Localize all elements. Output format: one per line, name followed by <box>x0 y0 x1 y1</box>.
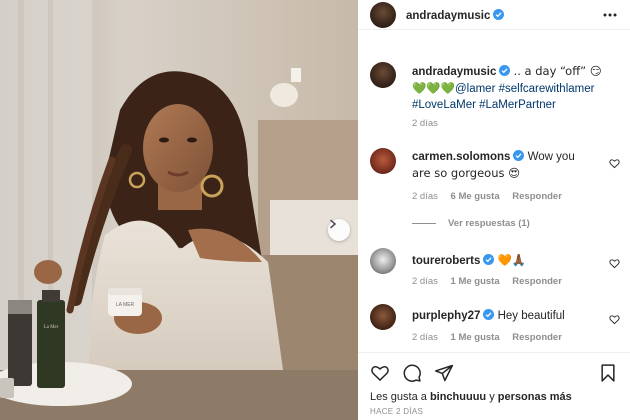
likes-prefix: Les gusta a <box>370 391 430 403</box>
comment-username[interactable]: toureroberts <box>412 255 480 267</box>
reply-button[interactable]: Responder <box>512 276 562 287</box>
post-action-bar: Les gusta a binchuuuu y personas más HAC… <box>358 352 630 420</box>
comment-text: Hey beautiful <box>497 310 565 322</box>
like-comment-heart-icon[interactable] <box>609 158 620 169</box>
photo-illustration: LA MER La Mer <box>0 0 358 420</box>
comment-time[interactable]: 2 días <box>412 276 438 287</box>
commenter-avatar[interactable] <box>370 148 396 174</box>
caption-body: andradaymusic .. a day “off” 😏 💚💚💚@lamer… <box>412 63 612 113</box>
next-photo-button[interactable] <box>328 219 350 241</box>
comment-meta: 2 días 6 Me gusta Responder <box>412 191 572 202</box>
caption-text: .. a day “off” 😏 <box>513 64 602 78</box>
caption-meta: 2 días <box>412 118 448 129</box>
more-options-icon[interactable] <box>602 7 618 23</box>
comment-body: carmen.solomons Wow you are so gorgeous … <box>412 149 592 182</box>
view-replies-link[interactable]: Ver respuestas (1) <box>412 218 530 229</box>
view-replies-text[interactable]: Ver respuestas (1) <box>448 218 530 229</box>
comment-likes[interactable]: 1 Me gusta <box>451 332 500 343</box>
comment-meta: 2 días 1 Me gusta Responder <box>412 332 572 343</box>
likes-middle: y <box>486 391 498 403</box>
caption-username[interactable]: andradaymusic <box>412 66 496 78</box>
comment-username[interactable]: purplephy27 <box>412 310 480 322</box>
jar-label: LA MER <box>116 302 135 308</box>
comment-bubble-icon[interactable] <box>402 363 422 383</box>
reply-button[interactable]: Responder <box>512 332 562 343</box>
likes-user[interactable]: binchuuuu <box>430 391 486 403</box>
bottle-label: La Mer <box>44 325 59 330</box>
view-replies-line <box>412 223 436 224</box>
verified-badge-icon <box>483 254 495 265</box>
commenter-avatar[interactable] <box>370 304 396 330</box>
share-paper-plane-icon[interactable] <box>434 363 454 383</box>
comment-item: carmen.solomons Wow you are so gorgeous … <box>370 148 622 208</box>
caption-tags-line1[interactable]: @lamer #selfcarewithlamer <box>455 83 595 95</box>
author-avatar[interactable] <box>370 1 396 28</box>
comment-time[interactable]: 2 días <box>412 191 438 202</box>
caption-avatar[interactable] <box>370 62 396 88</box>
likes-summary: Les gusta a binchuuuu y personas más <box>370 391 572 403</box>
comment-text-line1: Wow you <box>527 151 575 163</box>
verified-badge-icon <box>483 309 495 320</box>
post-photo: LA MER La Mer <box>0 0 358 420</box>
likes-rest[interactable]: personas más <box>498 391 572 403</box>
commenter-avatar[interactable] <box>370 248 396 274</box>
comment-username[interactable]: carmen.solomons <box>412 151 510 163</box>
comment-meta: 2 días 1 Me gusta Responder <box>412 276 572 287</box>
comment-text: 🧡🙏🏾 <box>497 253 527 267</box>
comment-item: purplephy27 Hey beautiful 2 días 1 Me gu… <box>370 304 622 348</box>
author-username[interactable]: andradaymusic <box>406 6 505 24</box>
comment-time[interactable]: 2 días <box>412 332 438 343</box>
post-side-panel: andradaymusic andradaymusic .. a day “of… <box>358 0 630 420</box>
comment-body: purplephy27 Hey beautiful <box>412 308 592 324</box>
caption-tags-line2[interactable]: #LoveLaMer #LaMerPartner <box>412 99 556 111</box>
comment-text-line2: are so gorgeous 😍 <box>412 166 521 180</box>
chevron-right-icon <box>330 219 337 229</box>
verified-badge-icon <box>513 150 525 161</box>
reply-button[interactable]: Responder <box>512 191 562 202</box>
comment-item: toureroberts 🧡🙏🏾 2 días 1 Me gusta Respo… <box>370 248 622 292</box>
verified-badge-icon <box>499 65 511 76</box>
like-comment-heart-icon[interactable] <box>609 258 620 269</box>
post-header: andradaymusic <box>358 0 630 30</box>
comment-likes[interactable]: 1 Me gusta <box>451 276 500 287</box>
caption-time[interactable]: 2 días <box>412 118 438 129</box>
comment-likes[interactable]: 6 Me gusta <box>451 191 500 202</box>
like-comment-heart-icon[interactable] <box>609 314 620 325</box>
post-timestamp[interactable]: HACE 2 DÍAS <box>370 407 423 416</box>
comment-body: toureroberts 🧡🙏🏾 <box>412 252 592 269</box>
save-bookmark-icon[interactable] <box>598 363 618 383</box>
caption: andradaymusic .. a day “off” 😏 💚💚💚@lamer… <box>370 62 622 132</box>
verified-badge-icon <box>493 8 505 20</box>
like-heart-icon[interactable] <box>370 363 390 383</box>
author-username-text[interactable]: andradaymusic <box>406 10 490 22</box>
caption-hearts: 💚💚💚 <box>412 81 455 95</box>
